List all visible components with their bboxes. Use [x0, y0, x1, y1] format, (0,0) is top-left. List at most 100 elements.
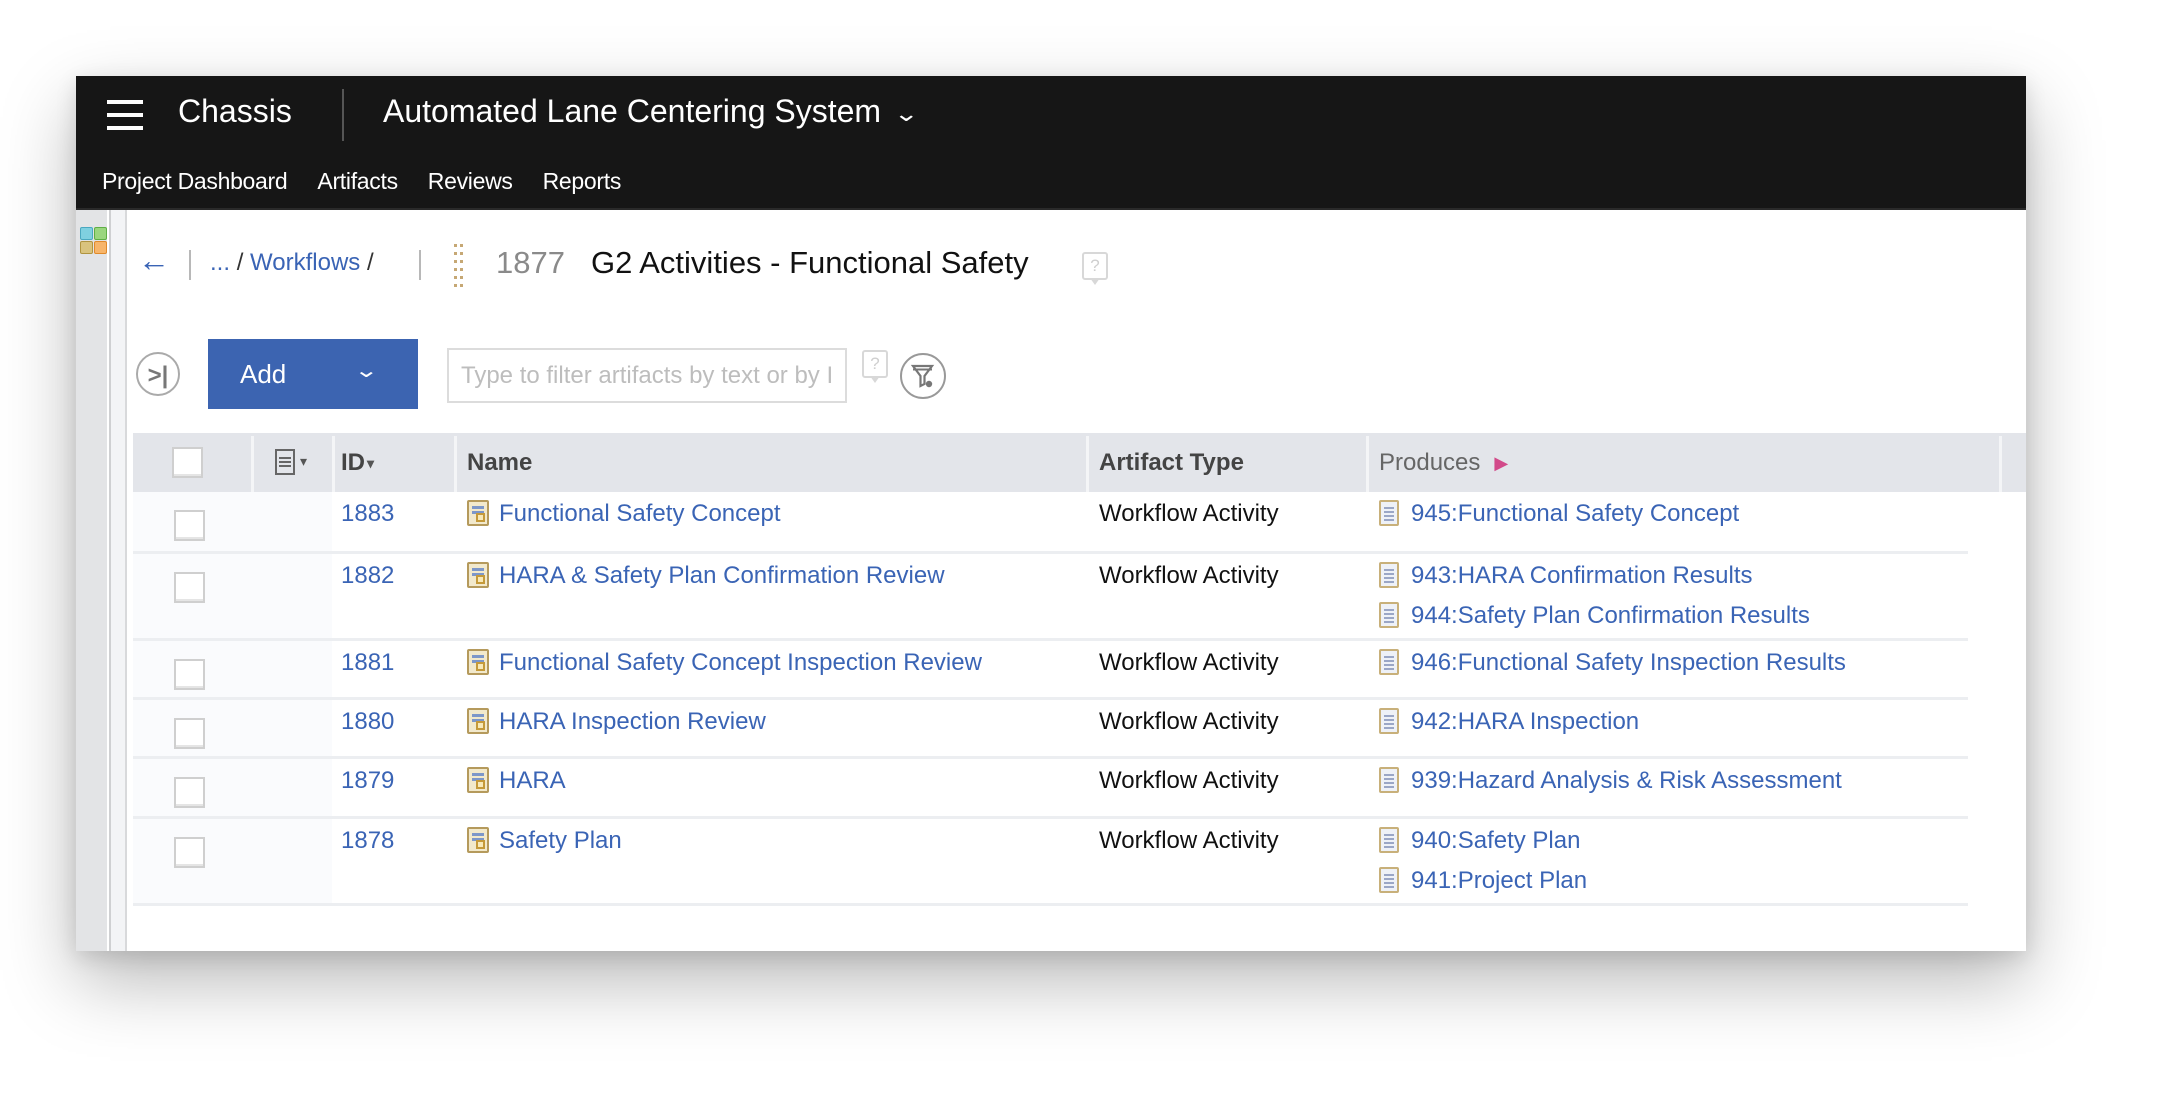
- produces-link-label: 943:HARA Confirmation Results: [1411, 562, 1753, 589]
- table-row[interactable]: 1880 HARA Inspection Review Workflow Activ…: [133, 700, 2026, 759]
- row-id-link[interactable]: 1882: [341, 562, 394, 590]
- row-id-link[interactable]: 1879: [341, 767, 394, 795]
- table-row[interactable]: 1878 Safety Plan Workflow Activity 940:Safe…: [133, 819, 2026, 906]
- row-checkbox[interactable]: [174, 659, 205, 690]
- row-checkbox[interactable]: [174, 510, 205, 541]
- row-id-link[interactable]: 1883: [341, 500, 394, 528]
- row-id-link[interactable]: 1880: [341, 708, 394, 736]
- hamburger-icon[interactable]: [107, 100, 143, 130]
- breadcrumb-slash: /: [366, 249, 374, 276]
- row-gutter: [133, 641, 332, 700]
- row-produces-cell: 945:Functional Safety Concept: [1379, 500, 1739, 540]
- produces-link[interactable]: 943:HARA Confirmation Results: [1379, 562, 1810, 602]
- drag-handle-icon[interactable]: [454, 244, 464, 290]
- document-icon: [1379, 708, 1399, 734]
- produces-link-label: 946:Functional Safety Inspection Results: [1411, 649, 1846, 676]
- add-button-label: Add: [240, 359, 287, 389]
- chevron-down-icon: ⌄: [893, 100, 920, 126]
- produces-link[interactable]: 944:Safety Plan Confirmation Results: [1379, 602, 1810, 642]
- row-gutter: [133, 700, 332, 759]
- table-row[interactable]: 1881 Functional Safety Concept Inspection…: [133, 641, 2026, 700]
- row-gutter: [133, 492, 332, 554]
- back-arrow-icon[interactable]: ←: [138, 244, 170, 276]
- row-checkbox[interactable]: [174, 777, 205, 808]
- column-divider: [1999, 436, 2002, 492]
- row-name-cell: Functional Safety Concept: [467, 500, 781, 528]
- add-button[interactable]: Add ⌄: [208, 339, 418, 409]
- sidebar-resize-handle[interactable]: [111, 210, 125, 951]
- column-header-produces[interactable]: Produces ▶: [1369, 433, 1999, 492]
- document-icon: [1379, 867, 1399, 893]
- project-name[interactable]: Chassis: [178, 93, 292, 130]
- column-header-id-label: ID: [341, 449, 365, 476]
- row-name-cell: Functional Safety Concept Inspection Rev…: [467, 649, 982, 677]
- nav-reports[interactable]: Reports: [543, 168, 622, 195]
- row-name-link[interactable]: HARA & Safety Plan Confirmation Review: [499, 562, 945, 589]
- document-icon: [1379, 562, 1399, 588]
- advanced-filter-icon[interactable]: [900, 353, 946, 399]
- table-row[interactable]: 1883 Functional Safety Concept Workflow Ac…: [133, 492, 2026, 554]
- row-produces-cell: 942:HARA Inspection: [1379, 708, 1639, 748]
- row-id-link[interactable]: 1881: [341, 649, 394, 677]
- table-row[interactable]: 1879 HARA Workflow Activity 939:Hazard Anal…: [133, 759, 2026, 819]
- produces-link[interactable]: 942:HARA Inspection: [1379, 708, 1639, 748]
- workflow-activity-icon: [467, 827, 489, 853]
- sort-desc-icon[interactable]: ▾: [367, 455, 374, 471]
- produces-link-label: 940:Safety Plan: [1411, 827, 1581, 854]
- filter-input[interactable]: [447, 348, 847, 403]
- system-selector[interactable]: Automated Lane Centering System ⌄: [383, 93, 920, 130]
- row-checkbox[interactable]: [174, 837, 205, 868]
- row-divider: [133, 903, 1968, 906]
- breadcrumb-divider: [419, 250, 421, 280]
- column-header-id[interactable]: ID ▾: [332, 433, 454, 492]
- row-artifact-type: Workflow Activity: [1099, 708, 1279, 735]
- produces-link-label: 944:Safety Plan Confirmation Results: [1411, 602, 1810, 629]
- produces-link[interactable]: 945:Functional Safety Concept: [1379, 500, 1739, 540]
- document-icon: [1379, 500, 1399, 526]
- filter-help-icon[interactable]: ?: [862, 350, 888, 383]
- row-id-link[interactable]: 1878: [341, 827, 394, 855]
- produces-link[interactable]: 939:Hazard Analysis & Risk Assessment: [1379, 767, 1842, 807]
- nav-project-dashboard[interactable]: Project Dashboard: [102, 168, 288, 195]
- row-name-link[interactable]: Functional Safety Concept: [499, 500, 781, 527]
- app-window: Chassis Automated Lane Centering System ⌄…: [76, 76, 2026, 951]
- row-name-link[interactable]: Functional Safety Concept Inspection Rev…: [499, 649, 982, 676]
- nav-artifacts[interactable]: Artifacts: [317, 168, 398, 195]
- row-name-link[interactable]: HARA Inspection Review: [499, 708, 766, 735]
- produces-link-label: 939:Hazard Analysis & Risk Assessment: [1411, 767, 1842, 794]
- chevron-down-icon[interactable]: ⌄: [354, 358, 379, 383]
- help-icon[interactable]: ?: [1082, 252, 1108, 285]
- funnel-icon: [910, 364, 935, 388]
- produces-link-label: 942:HARA Inspection: [1411, 708, 1640, 735]
- breadcrumb-workflows[interactable]: Workflows: [250, 249, 360, 276]
- row-name-link[interactable]: HARA: [499, 767, 566, 794]
- nav-reviews[interactable]: Reviews: [428, 168, 513, 195]
- produces-link[interactable]: 940:Safety Plan: [1379, 827, 1587, 867]
- row-name-link[interactable]: Safety Plan: [499, 827, 622, 854]
- workflow-activity-icon: [467, 708, 489, 734]
- produces-link[interactable]: 941:Project Plan: [1379, 867, 1587, 907]
- column-header-artifact-type[interactable]: Artifact Type: [1089, 433, 1367, 492]
- apps-grid-icon[interactable]: [79, 226, 107, 254]
- row-name-cell: Safety Plan: [467, 827, 622, 855]
- column-header-name[interactable]: Name: [457, 433, 1087, 492]
- breadcrumb: ... / Workflows /: [210, 249, 374, 277]
- row-gutter: [133, 819, 332, 906]
- system-name: Automated Lane Centering System: [383, 93, 882, 129]
- row-checkbox[interactable]: [174, 572, 205, 603]
- row-checkbox[interactable]: [174, 718, 205, 749]
- caret-down-icon[interactable]: ▾: [300, 453, 307, 470]
- column-divider: [251, 436, 254, 492]
- expand-arrow-icon[interactable]: ▶: [1494, 453, 1508, 473]
- workflow-activity-icon: [467, 562, 489, 588]
- breadcrumb-ellipsis[interactable]: ...: [210, 249, 230, 276]
- column-icon-selector[interactable]: [275, 449, 295, 475]
- breadcrumb-slash: /: [236, 249, 244, 276]
- produces-link[interactable]: 946:Functional Safety Inspection Results: [1379, 649, 1846, 689]
- breadcrumb-divider: [189, 250, 191, 280]
- collapse-panel-icon[interactable]: >|: [136, 352, 180, 396]
- select-all-checkbox[interactable]: [172, 447, 203, 478]
- top-bar: Chassis Automated Lane Centering System ⌄…: [76, 76, 2026, 210]
- table-row[interactable]: 1882 HARA & Safety Plan Confirmation Revi…: [133, 554, 2026, 641]
- row-produces-cell: 943:HARA Confirmation Results 944:Safety …: [1379, 562, 1810, 642]
